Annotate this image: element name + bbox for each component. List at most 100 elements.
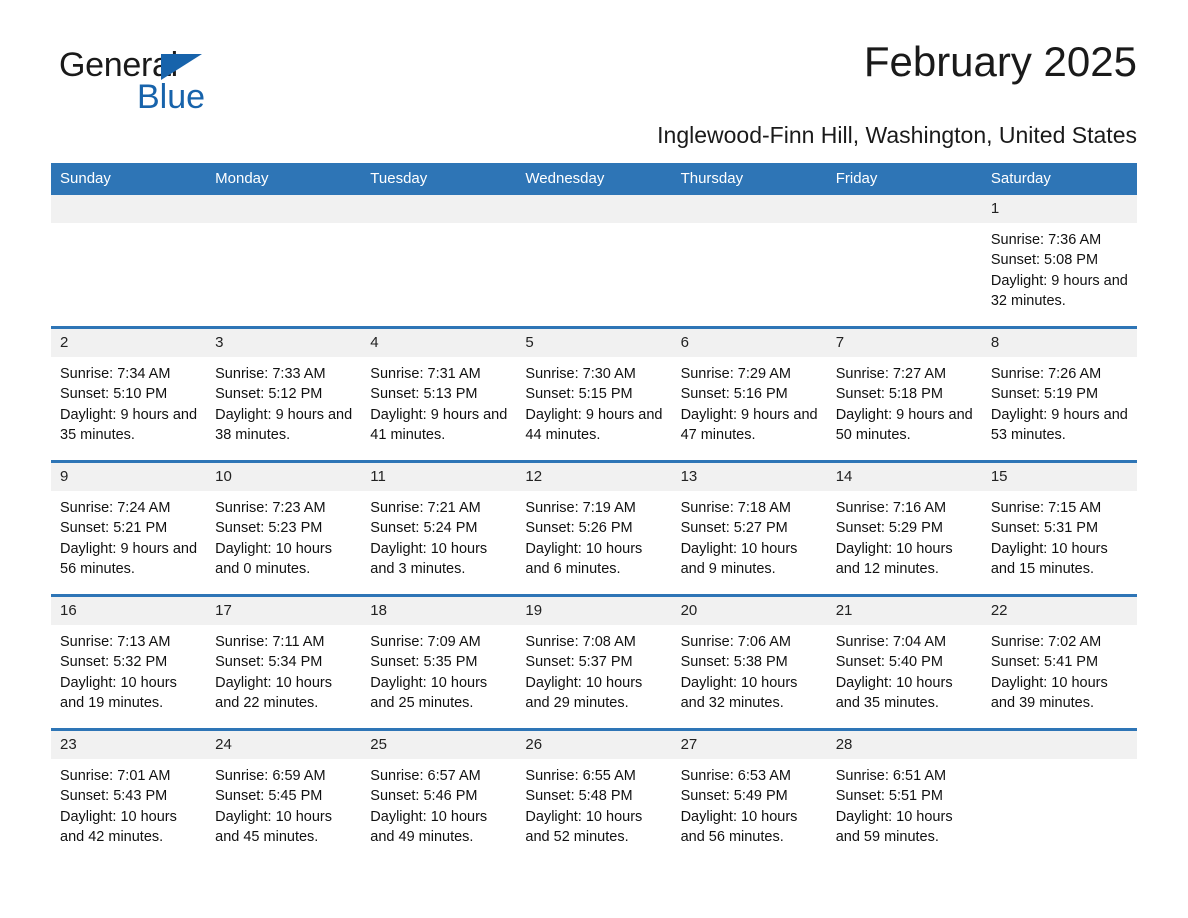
calendar-day-cell[interactable]: 5 Sunrise: 7:30 AM Sunset: 5:15 PM Daylight… bbox=[516, 328, 672, 462]
sunrise-text: Sunrise: 7:15 AM bbox=[990, 500, 1102, 516]
day-details: Sunrise: 7:15 AM Sunset: 5:31 PM Daylight:… bbox=[982, 491, 1137, 579]
calendar-day-cell[interactable]: 4 Sunrise: 7:31 AM Sunset: 5:13 PM Daylight… bbox=[361, 328, 517, 462]
day-number: 22 bbox=[981, 597, 1137, 625]
calendar-day-cell[interactable]: 10 Sunrise: 7:23 AM Sunset: 5:23 PM Dayligh… bbox=[206, 462, 362, 596]
day-details: Sunrise: 7:33 AM Sunset: 5:12 PM Daylight:… bbox=[206, 357, 361, 445]
calendar-day-cell[interactable]: 1 Sunrise: 7:36 AM Sunset: 5:08 PM Daylight… bbox=[981, 195, 1137, 328]
weekday-header-saturday: Saturday bbox=[981, 163, 1137, 195]
calendar-body: 1 Sunrise: 7:36 AM Sunset: 5:08 PM Daylight… bbox=[51, 195, 1137, 862]
sunset-text: Sunset: 5:21 PM bbox=[60, 520, 168, 537]
sunset-text: Sunset: 5:15 PM bbox=[525, 386, 633, 403]
calendar-day-cell-empty bbox=[51, 195, 207, 328]
sunset-text: Sunset: 5:23 PM bbox=[215, 520, 323, 537]
day-details: Sunrise: 7:09 AM Sunset: 5:35 PM Daylight:… bbox=[361, 625, 516, 713]
sunset-text: Sunset: 5:10 PM bbox=[60, 386, 168, 403]
calendar-day-cell[interactable]: 13 Sunrise: 7:18 AM Sunset: 5:27 PM Dayligh… bbox=[671, 462, 827, 596]
weekday-header-friday: Friday bbox=[826, 163, 982, 195]
daylight-text: Daylight: 10 hours and 42 minutes. bbox=[60, 808, 177, 845]
calendar-day-cell[interactable]: 28 Sunrise: 6:51 AM Sunset: 5:51 PM Dayligh… bbox=[826, 730, 982, 863]
calendar-day-cell[interactable]: 24 Sunrise: 6:59 AM Sunset: 5:45 PM Dayligh… bbox=[206, 730, 362, 863]
calendar-day-cell[interactable]: 22 Sunrise: 7:02 AM Sunset: 5:41 PM Dayligh… bbox=[981, 596, 1137, 730]
calendar-day-cell[interactable]: 6 Sunrise: 7:29 AM Sunset: 5:16 PM Daylight… bbox=[671, 328, 827, 462]
calendar-week-row: 2 Sunrise: 7:34 AM Sunset: 5:10 PM Daylight… bbox=[51, 327, 1137, 462]
day-details: Sunrise: 6:51 AM Sunset: 5:51 PM Daylight:… bbox=[827, 759, 982, 847]
sunset-text: Sunset: 5:27 PM bbox=[680, 520, 788, 537]
day-number: 20 bbox=[671, 597, 827, 625]
sunset-text: Sunset: 5:31 PM bbox=[990, 520, 1099, 537]
calendar-day-cell[interactable]: 21 Sunrise: 7:04 AM Sunset: 5:40 PM Dayligh… bbox=[826, 596, 982, 730]
calendar-day-cell-empty bbox=[361, 195, 517, 328]
day-details: Sunrise: 7:23 AM Sunset: 5:23 PM Daylight:… bbox=[206, 491, 361, 579]
day-details: Sunrise: 7:30 AM Sunset: 5:15 PM Daylight:… bbox=[516, 357, 671, 445]
calendar-day-cell-empty bbox=[981, 730, 1137, 863]
weekday-header-tuesday: Tuesday bbox=[361, 163, 517, 195]
calendar-day-cell[interactable]: 2 Sunrise: 7:34 AM Sunset: 5:10 PM Daylight… bbox=[51, 328, 207, 462]
sunset-text: Sunset: 5:51 PM bbox=[835, 788, 943, 805]
day-number bbox=[361, 195, 517, 223]
daylight-text: Daylight: 10 hours and 56 minutes. bbox=[680, 808, 798, 845]
day-number: 7 bbox=[826, 329, 982, 357]
calendar-day-cell[interactable]: 19 Sunrise: 7:08 AM Sunset: 5:37 PM Dayligh… bbox=[516, 596, 672, 730]
calendar-week-row: 23 Sunrise: 7:01 AM Sunset: 5:43 PM Dayligh… bbox=[51, 729, 1137, 863]
calendar-day-cell[interactable]: 14 Sunrise: 7:16 AM Sunset: 5:29 PM Dayligh… bbox=[826, 462, 982, 596]
day-number: 26 bbox=[516, 731, 672, 759]
calendar-day-cell[interactable]: 7 Sunrise: 7:27 AM Sunset: 5:18 PM Daylight… bbox=[826, 328, 982, 462]
calendar-day-cell-empty bbox=[671, 195, 827, 328]
sunrise-text: Sunrise: 7:24 AM bbox=[60, 500, 171, 516]
calendar-day-cell[interactable]: 25 Sunrise: 6:57 AM Sunset: 5:46 PM Dayligh… bbox=[361, 730, 517, 863]
sunrise-text: Sunrise: 7:26 AM bbox=[990, 366, 1102, 382]
day-details: Sunrise: 6:57 AM Sunset: 5:46 PM Daylight:… bbox=[361, 759, 516, 847]
calendar-day-cell[interactable]: 16 Sunrise: 7:13 AM Sunset: 5:32 PM Dayligh… bbox=[51, 596, 207, 730]
calendar-day-cell[interactable]: 26 Sunrise: 6:55 AM Sunset: 5:48 PM Dayligh… bbox=[516, 730, 672, 863]
day-number: 12 bbox=[516, 463, 672, 491]
calendar-day-cell[interactable]: 3 Sunrise: 7:33 AM Sunset: 5:12 PM Daylight… bbox=[206, 328, 362, 462]
calendar-day-cell[interactable]: 12 Sunrise: 7:19 AM Sunset: 5:26 PM Dayligh… bbox=[516, 462, 672, 596]
day-details: Sunrise: 7:36 AM Sunset: 5:08 PM Daylight:… bbox=[982, 223, 1137, 311]
daylight-text: Daylight: 10 hours and 12 minutes. bbox=[835, 540, 953, 577]
day-number: 9 bbox=[51, 463, 207, 491]
sunset-text: Sunset: 5:45 PM bbox=[215, 788, 323, 805]
calendar-day-cell[interactable]: 20 Sunrise: 7:06 AM Sunset: 5:38 PM Dayligh… bbox=[671, 596, 827, 730]
sunset-text: Sunset: 5:41 PM bbox=[990, 654, 1099, 671]
sunrise-text: Sunrise: 6:59 AM bbox=[215, 768, 326, 784]
sunrise-text: Sunrise: 7:09 AM bbox=[370, 634, 481, 650]
sunrise-text: Sunrise: 7:18 AM bbox=[680, 500, 791, 516]
day-details: Sunrise: 6:55 AM Sunset: 5:48 PM Daylight:… bbox=[516, 759, 671, 847]
day-number bbox=[981, 731, 1137, 759]
calendar-day-cell[interactable]: 23 Sunrise: 7:01 AM Sunset: 5:43 PM Dayligh… bbox=[51, 730, 207, 863]
day-number: 28 bbox=[826, 731, 982, 759]
sunset-text: Sunset: 5:48 PM bbox=[525, 788, 633, 805]
sunset-text: Sunset: 5:18 PM bbox=[835, 386, 943, 403]
logo-triangle-icon bbox=[161, 54, 202, 80]
daylight-text: Daylight: 10 hours and 22 minutes. bbox=[215, 674, 333, 711]
day-number: 3 bbox=[206, 329, 362, 357]
calendar-day-cell-empty bbox=[516, 195, 672, 328]
sunrise-text: Sunrise: 6:51 AM bbox=[835, 768, 947, 784]
sunset-text: Sunset: 5:08 PM bbox=[990, 252, 1099, 269]
calendar-day-cell[interactable]: 18 Sunrise: 7:09 AM Sunset: 5:35 PM Dayligh… bbox=[361, 596, 517, 730]
daylight-text: Daylight: 10 hours and 52 minutes. bbox=[525, 808, 643, 845]
calendar-day-cell[interactable]: 8 Sunrise: 7:26 AM Sunset: 5:19 PM Daylight… bbox=[981, 328, 1137, 462]
day-number: 13 bbox=[671, 463, 827, 491]
sunrise-text: Sunrise: 6:53 AM bbox=[680, 768, 791, 784]
daylight-text: Daylight: 10 hours and 19 minutes. bbox=[60, 674, 177, 711]
calendar-day-cell[interactable]: 11 Sunrise: 7:21 AM Sunset: 5:24 PM Dayligh… bbox=[361, 462, 517, 596]
daylight-text: Daylight: 10 hours and 45 minutes. bbox=[215, 808, 333, 845]
day-number: 15 bbox=[981, 463, 1137, 491]
sunset-text: Sunset: 5:49 PM bbox=[680, 788, 788, 805]
calendar-day-cell[interactable]: 27 Sunrise: 6:53 AM Sunset: 5:49 PM Dayligh… bbox=[671, 730, 827, 863]
day-number: 24 bbox=[206, 731, 362, 759]
calendar-day-cell[interactable]: 15 Sunrise: 7:15 AM Sunset: 5:31 PM Dayligh… bbox=[981, 462, 1137, 596]
title-block: February 2025 bbox=[864, 39, 1137, 84]
day-number: 19 bbox=[516, 597, 672, 625]
day-number: 8 bbox=[981, 329, 1137, 357]
calendar-day-cell[interactable]: 17 Sunrise: 7:11 AM Sunset: 5:34 PM Dayligh… bbox=[206, 596, 362, 730]
sunset-text: Sunset: 5:12 PM bbox=[215, 386, 323, 403]
day-number: 18 bbox=[361, 597, 517, 625]
calendar-day-cell[interactable]: 9 Sunrise: 7:24 AM Sunset: 5:21 PM Daylight… bbox=[51, 462, 207, 596]
day-details: Sunrise: 7:13 AM Sunset: 5:32 PM Daylight:… bbox=[51, 625, 206, 713]
day-details: Sunrise: 7:26 AM Sunset: 5:19 PM Daylight:… bbox=[982, 357, 1137, 445]
generalblue-logo: General Blue bbox=[59, 48, 359, 114]
day-number: 17 bbox=[206, 597, 362, 625]
day-details: Sunrise: 7:31 AM Sunset: 5:13 PM Daylight:… bbox=[361, 357, 516, 445]
